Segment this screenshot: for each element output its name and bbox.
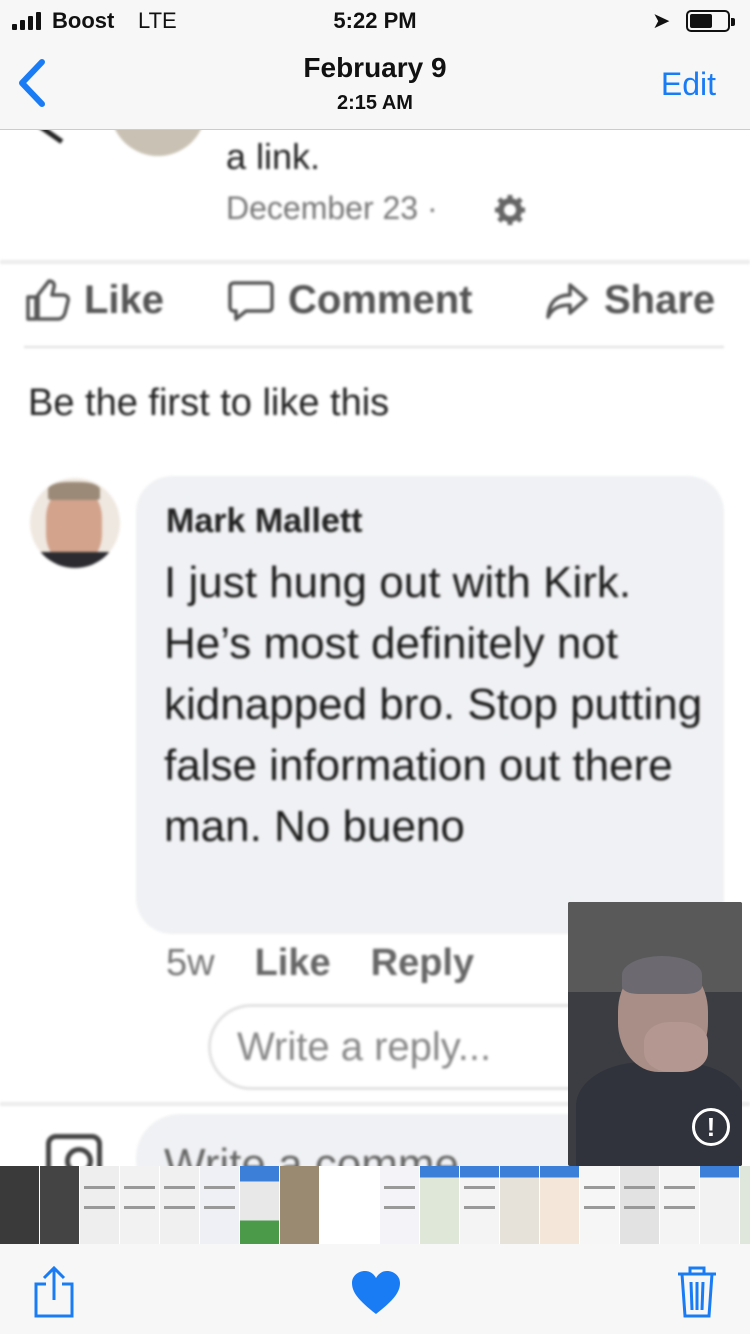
post-link-text: a link. — [226, 136, 321, 177]
heart-icon — [352, 1271, 400, 1314]
like-action: Like — [24, 278, 164, 323]
gear-icon — [495, 195, 525, 225]
thumbnail[interactable] — [380, 1166, 420, 1244]
thumbnail[interactable] — [700, 1166, 740, 1244]
thumbnail[interactable] — [40, 1166, 80, 1244]
favorite-button[interactable] — [350, 1270, 402, 1316]
thumbnail[interactable] — [0, 1166, 40, 1244]
comment-text: I just hung out with Kirk. He’s most def… — [164, 558, 703, 851]
thumbnail[interactable] — [740, 1166, 750, 1244]
comment-action-label: Comment — [288, 278, 473, 322]
thumbnail[interactable] — [500, 1166, 540, 1244]
thumbnail[interactable] — [160, 1166, 200, 1244]
location-arrow-icon: ➤ — [652, 8, 671, 33]
thumbnail[interactable] — [420, 1166, 460, 1244]
arrow-icon — [35, 130, 67, 144]
photo-time-subtitle: 2:15 AM — [337, 92, 413, 114]
post-date: December 23 · — [226, 190, 438, 226]
comment-age: 5w — [166, 942, 215, 984]
thumbnail[interactable] — [540, 1166, 580, 1244]
post-actions: Like Comment Share — [0, 270, 750, 340]
divider — [0, 260, 750, 264]
commenter-avatar — [30, 478, 120, 568]
thumbs-up-icon — [26, 278, 70, 321]
share-button[interactable] — [32, 1264, 76, 1320]
thumbnail[interactable] — [80, 1166, 120, 1244]
thumbnail[interactable] — [660, 1166, 700, 1244]
thumbnail[interactable] — [320, 1166, 380, 1244]
share-action-label: Share — [604, 278, 716, 322]
comment-meta: 5w Like Reply — [166, 942, 474, 985]
thumbnail[interactable] — [200, 1166, 240, 1244]
status-bar: Boost LTE 5:22 PM ➤ — [0, 0, 750, 40]
comment-bubble: Mark Mallett I just hung out with Kirk. … — [136, 476, 724, 934]
photo-viewer[interactable]: a link. December 23 · Like Comment Share… — [0, 130, 750, 1166]
thumbnail[interactable] — [580, 1166, 620, 1244]
photo-nav-bar: February 9 2:15 AM Edit — [0, 40, 750, 130]
divider — [24, 346, 724, 348]
trash-icon — [678, 1266, 716, 1318]
battery-icon — [686, 10, 735, 32]
thumbnail[interactable] — [620, 1166, 660, 1244]
thumbnail[interactable] — [280, 1166, 320, 1244]
comment-action: Comment — [228, 278, 472, 323]
video-call-pip[interactable]: ! — [568, 902, 742, 1166]
photo-date-title: February 9 — [303, 52, 447, 83]
share-icon — [34, 1265, 74, 1318]
share-action: Share — [544, 278, 715, 323]
comment-reply-link: Reply — [370, 942, 475, 984]
thumbnail[interactable] — [120, 1166, 160, 1244]
post-avatar — [110, 130, 206, 156]
photos-toolbar — [0, 1244, 750, 1334]
status-time: 5:22 PM — [333, 8, 417, 33]
speech-bubble-icon — [228, 280, 274, 321]
edit-button[interactable]: Edit — [661, 66, 716, 103]
photo-filmstrip[interactable] — [0, 1166, 750, 1244]
thumbnail[interactable] — [240, 1166, 280, 1244]
delete-button[interactable] — [676, 1264, 718, 1320]
first-like-text: Be the first to like this — [28, 382, 390, 424]
thumbnail[interactable] — [460, 1166, 500, 1244]
comment-like-link: Like — [254, 942, 331, 984]
like-action-label: Like — [84, 278, 165, 322]
reply-placeholder: Write a reply... — [237, 1025, 492, 1069]
camera-icon — [46, 1134, 102, 1166]
comment-placeholder: Write a comme — [164, 1140, 460, 1166]
info-icon[interactable]: ! — [692, 1108, 730, 1146]
comment-author: Mark Mallett — [166, 502, 363, 540]
share-arrow-icon — [546, 282, 588, 319]
